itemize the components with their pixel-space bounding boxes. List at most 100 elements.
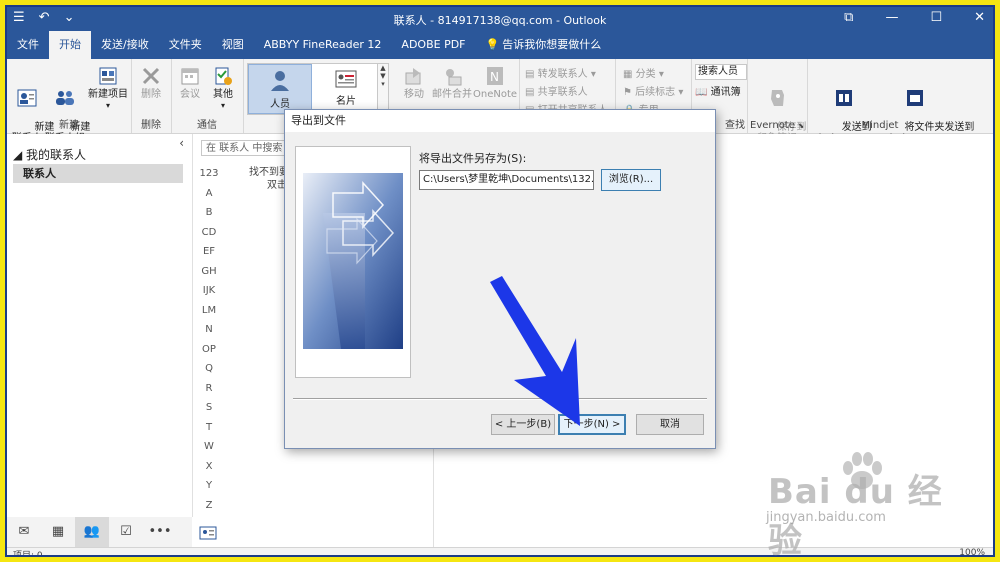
alpha-index-item[interactable]: GH [193, 266, 225, 286]
tasks-icon[interactable]: ☑ [109, 517, 143, 547]
ribbon-group-new: 新建 联系人 新建 联系人组 新建项目 ▾ 新建 [7, 59, 132, 144]
alpha-index-item[interactable]: EF [193, 246, 225, 266]
more-button[interactable]: 其他 ▾ [207, 65, 239, 111]
cancel-button[interactable]: 取消 [636, 414, 704, 435]
mail-icon[interactable]: ✉ [7, 517, 41, 547]
forward-contact-button[interactable]: ▤ 转发联系人 ▾ [525, 65, 596, 80]
alpha-index-item[interactable]: W [193, 441, 225, 461]
alpha-index-item[interactable]: B [193, 207, 225, 227]
alpha-index-item[interactable]: OP [193, 344, 225, 364]
alpha-index-item[interactable]: Q [193, 363, 225, 383]
alpha-index-item[interactable]: X [193, 461, 225, 481]
gallery-scrollbar[interactable]: ▲ ▼ ▾ [377, 64, 388, 114]
move-icon [405, 68, 421, 85]
alpha-index-item[interactable]: LM [193, 305, 225, 325]
zoom-level[interactable]: 100% [959, 548, 985, 555]
contact-card-icon [17, 89, 37, 107]
my-contacts-header[interactable]: ◢ 我的联系人 [13, 146, 86, 163]
view-card-label: 名片 [336, 96, 356, 107]
item-count: 项目: 0 [13, 551, 43, 557]
more-modules-icon[interactable]: ••• [143, 517, 177, 547]
alpha-index-item[interactable]: Z [193, 500, 225, 520]
collapse-pane-icon[interactable]: ‹ [179, 136, 184, 150]
follow-up-button[interactable]: ⚑ 后续标志 ▾ [623, 83, 683, 98]
current-view-gallery: 人员 名片 ▲ ▼ ▾ [247, 63, 389, 115]
person-icon [271, 71, 289, 91]
delete-label: 删除 [141, 89, 161, 100]
evernote-label: Evernote [750, 120, 795, 131]
categorize-button[interactable]: ▦ 分类 ▾ [623, 65, 664, 80]
tab-abbyy[interactable]: ABBYY FineReader 12 [254, 31, 392, 59]
minimize-icon[interactable]: — [885, 10, 898, 25]
folder-item-contacts[interactable]: 联系人 [13, 164, 183, 183]
browse-button[interactable]: 浏览(R)... [601, 169, 661, 191]
tab-home[interactable]: 开始 [49, 31, 91, 59]
export-path-input[interactable]: C:\Users\梦里乾坤\Documents\132.CSV [419, 170, 594, 190]
ribbon-group-evernote: 保存到 印象笔记 Evernote ⬊ [747, 59, 808, 144]
move-label: 移动 [404, 89, 424, 100]
forward-contact-label: 转发联系人 [537, 69, 588, 80]
tell-me-label: 告诉我你想要做什么 [502, 38, 602, 51]
onenote-button[interactable]: N OneNote [473, 65, 518, 100]
tab-adobe-pdf[interactable]: ADOBE PDF [391, 31, 475, 59]
folder-pane: ‹ ◢ 我的联系人 联系人 [7, 134, 193, 517]
tab-send-receive[interactable]: 发送/接收 [91, 31, 159, 59]
alphabet-index: 123 A B CD EF GH IJK LM N OP Q R S T W X… [193, 168, 225, 519]
annotation-arrow-icon [490, 276, 580, 426]
view-people-button[interactable]: 人员 [248, 64, 312, 114]
share-contacts-label: 共享联系人 [537, 87, 588, 98]
tell-me-box[interactable]: 💡 告诉我你想要做什么 [476, 31, 612, 59]
mindmanager-folder-icon [907, 90, 923, 106]
categorize-label: 分类 [635, 69, 656, 80]
mail-merge-label: 邮件合并 [432, 89, 472, 100]
dropdown-arrow-icon: ▾ [105, 101, 110, 110]
expand-caret-icon: ◢ [13, 148, 27, 162]
tab-folder[interactable]: 文件夹 [159, 31, 212, 59]
svg-text:N: N [490, 70, 499, 84]
search-people-input[interactable]: 搜索人员 [695, 64, 747, 80]
close-icon[interactable]: ✕ [974, 10, 985, 25]
meeting-button[interactable]: 会议 [175, 65, 205, 100]
calendar-icon[interactable]: ▦ [41, 517, 75, 547]
maximize-icon[interactable]: ☐ [930, 10, 942, 25]
alpha-index-item[interactable]: A [193, 188, 225, 208]
alpha-index-item[interactable]: S [193, 402, 225, 422]
contact-card-small-icon[interactable] [199, 525, 217, 541]
tab-file[interactable]: 文件 [7, 31, 49, 59]
people-group-icon [56, 91, 74, 105]
dropdown-arrow-icon: ▾ [220, 101, 225, 110]
window-controls: ⧉ — ☐ ✕ [844, 10, 985, 25]
new-items-icon [99, 67, 117, 85]
onenote-icon: N [487, 67, 503, 85]
business-card-icon [335, 70, 357, 88]
alpha-index-item[interactable]: R [193, 383, 225, 403]
share-contacts-button[interactable]: ▤ 共享联系人 [525, 83, 588, 98]
alpha-index-item[interactable]: N [193, 324, 225, 344]
address-book-button[interactable]: 📖 通讯簿 [695, 83, 741, 98]
delete-x-icon [142, 67, 160, 85]
onenote-label: OneNote [473, 89, 518, 100]
alpha-index-item[interactable]: Y [193, 480, 225, 500]
new-items-button[interactable]: 新建项目 ▾ [87, 65, 129, 111]
mail-merge-button[interactable]: 邮件合并 [431, 65, 473, 100]
alpha-index-item[interactable]: T [193, 422, 225, 442]
tab-view[interactable]: 视图 [212, 31, 254, 59]
meeting-label: 会议 [180, 89, 200, 100]
wizard-illustration [295, 146, 411, 378]
wizard-graphic-icon [303, 173, 403, 349]
ribbon-display-icon[interactable]: ⧉ [844, 10, 853, 25]
ribbon-group-mindjet: 发送到 MindManager 将文件夹发送到 MindManager Mind… [807, 59, 974, 144]
calendar-icon [181, 68, 199, 85]
alpha-index-item[interactable]: IJK [193, 285, 225, 305]
mail-merge-icon [446, 69, 462, 86]
dialog-title: 导出到文件 [285, 110, 715, 132]
view-card-button[interactable]: 名片 [314, 64, 378, 114]
ribbon-group-communicate: 会议 其他 ▾ 通信 [171, 59, 244, 133]
delete-button[interactable]: 删除 [135, 65, 167, 100]
group-label-evernote: Evernote ⬊ [747, 120, 807, 131]
people-icon[interactable]: 👥 [75, 517, 109, 547]
move-button[interactable]: 移动 [397, 65, 431, 100]
alpha-index-item[interactable]: CD [193, 227, 225, 247]
alpha-index-item[interactable]: 123 [193, 168, 225, 188]
dialog-launcher-icon[interactable]: ⬊ [798, 122, 804, 130]
